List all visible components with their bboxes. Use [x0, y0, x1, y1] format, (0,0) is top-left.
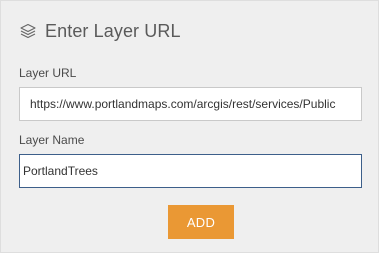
layers-icon: [19, 22, 37, 40]
layer-name-label: Layer Name: [19, 133, 85, 147]
panel-header: Enter Layer URL: [19, 19, 181, 43]
add-button[interactable]: ADD: [168, 205, 234, 239]
layer-url-label: Layer URL: [19, 66, 77, 80]
panel-title: Enter Layer URL: [45, 20, 181, 41]
enter-layer-url-panel: Enter Layer URL Layer URL Layer Name ADD: [0, 0, 379, 253]
layer-name-input[interactable]: [19, 154, 362, 188]
layer-url-input[interactable]: [19, 87, 362, 121]
